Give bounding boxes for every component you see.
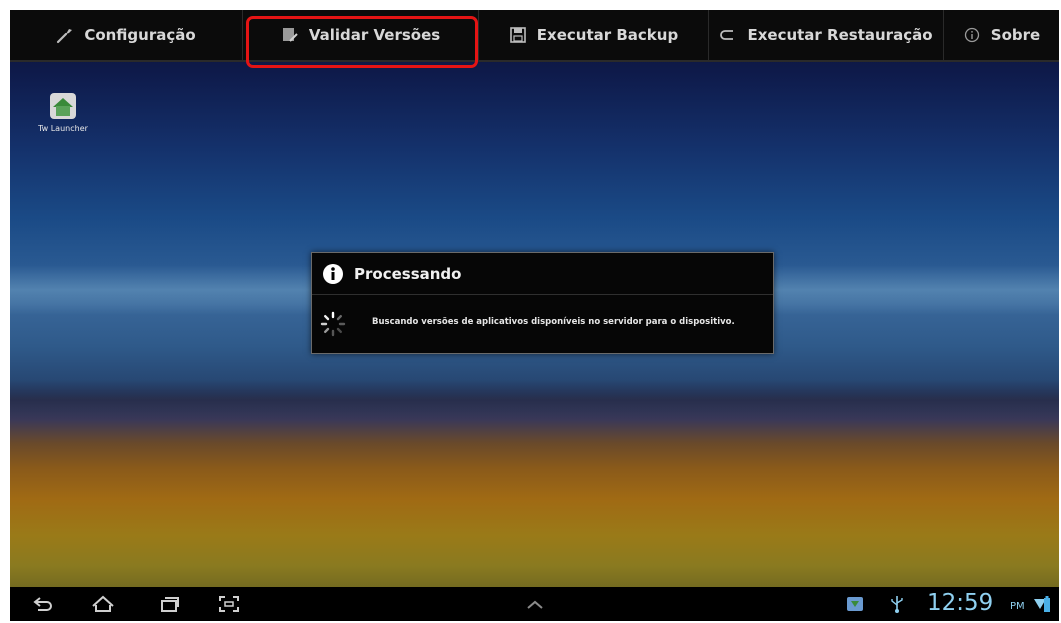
launcher-shortcut[interactable]: Tw Launcher — [28, 90, 98, 133]
document-edit-icon — [281, 26, 299, 44]
system-bar: 12:59 PM — [10, 587, 1059, 621]
screenshot-icon[interactable] — [216, 592, 242, 616]
dialog-title: Processando — [354, 265, 462, 283]
tablet-screen: Configuração Validar Versões Executar Ba… — [10, 10, 1059, 621]
restore-icon — [719, 26, 737, 44]
dialog-divider — [312, 294, 773, 295]
tab-label: Configuração — [84, 26, 196, 44]
tab-label: Executar Restauração — [747, 26, 933, 44]
info-icon — [322, 263, 344, 285]
tab-configuracao[interactable]: Configuração — [10, 10, 243, 60]
tab-executar-backup[interactable]: Executar Backup — [479, 10, 709, 60]
recent-apps-icon[interactable] — [156, 592, 182, 616]
launcher-label: Tw Launcher — [38, 124, 88, 133]
tab-sobre[interactable]: Sobre — [944, 10, 1059, 60]
tab-executar-restauracao[interactable]: Executar Restauração — [709, 10, 944, 60]
battery-icon — [1040, 592, 1054, 616]
dialog-message: Buscando versões de aplicativos disponív… — [372, 317, 735, 327]
wallpaper-shade — [10, 380, 1059, 420]
info-icon — [963, 26, 981, 44]
clock-time: 12:59 — [927, 590, 994, 616]
back-icon[interactable] — [30, 592, 56, 616]
notification-app-icon[interactable] — [842, 592, 868, 616]
tab-label: Sobre — [990, 26, 1041, 44]
wrench-icon — [56, 26, 74, 44]
clock-ampm: PM — [1010, 601, 1025, 612]
action-bar: Configuração Validar Versões Executar Ba… — [10, 10, 1059, 62]
home-launcher-icon — [47, 90, 79, 122]
chevron-up-icon[interactable] — [522, 592, 548, 616]
tab-label: Executar Backup — [536, 26, 679, 44]
save-icon — [509, 26, 527, 44]
tab-label: Validar Versões — [308, 26, 441, 44]
dialog-header: Processando — [322, 263, 461, 285]
processing-dialog: Processando Buscando versões de aplicati… — [311, 252, 774, 354]
tab-validar-versoes[interactable]: Validar Versões — [243, 10, 479, 60]
usb-icon — [884, 592, 910, 616]
home-icon[interactable] — [90, 592, 116, 616]
loading-spinner-icon — [320, 311, 346, 337]
